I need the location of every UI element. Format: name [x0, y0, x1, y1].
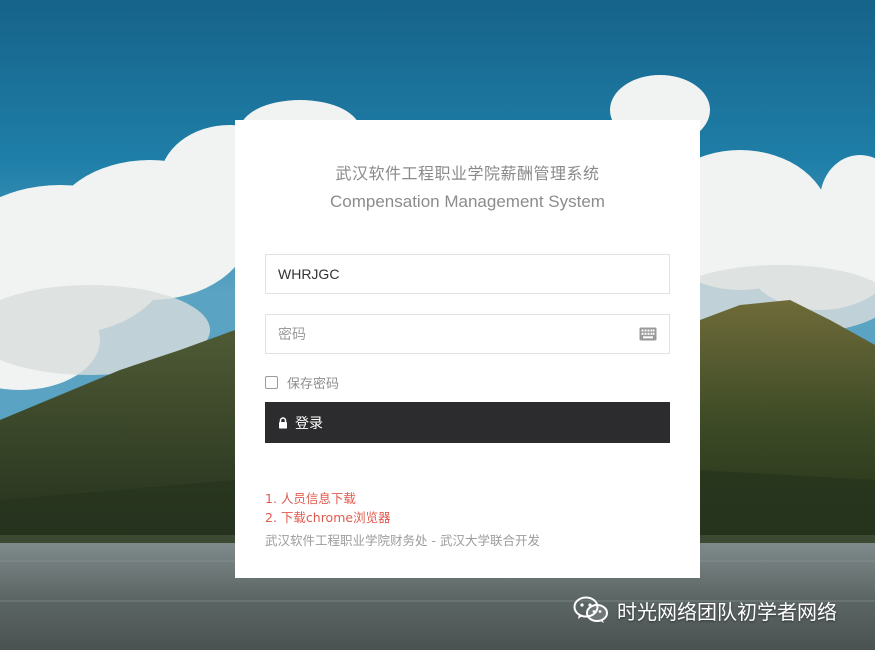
keyboard-icon[interactable]	[639, 327, 657, 341]
chrome-download-link[interactable]: 2. 下载chrome浏览器	[265, 508, 391, 527]
system-title-english: Compensation Management System	[330, 192, 605, 211]
remember-password-checkbox[interactable]	[265, 375, 278, 389]
remember-password-label: 保存密码	[287, 376, 340, 392]
developer-credit: 武汉软件工程职业学院财务处 - 武汉大学联合开发	[265, 533, 540, 548]
watermark: 时光网络团队初学者网络	[573, 595, 837, 625]
password-field[interactable]	[265, 314, 670, 354]
wechat-icon	[573, 596, 608, 623]
watermark-text: 时光网络团队初学者网络	[617, 599, 837, 624]
login-button[interactable]: 登录	[265, 402, 670, 443]
username-input[interactable]	[266, 255, 618, 293]
lock-icon	[279, 416, 287, 428]
personnel-info-download-link[interactable]: 1. 人员信息下载	[265, 489, 391, 508]
login-card: 武汉软件工程职业学院薪酬管理系统 Compensation Management…	[235, 120, 700, 578]
help-links: 1. 人员信息下载 2. 下载chrome浏览器	[265, 489, 391, 527]
login-button-label: 登录	[295, 415, 323, 432]
username-field[interactable]	[265, 254, 670, 294]
system-title-chinese: 武汉软件工程职业学院薪酬管理系统	[335, 164, 600, 183]
password-input[interactable]	[266, 315, 618, 353]
remember-password[interactable]: 保存密码	[265, 373, 340, 392]
